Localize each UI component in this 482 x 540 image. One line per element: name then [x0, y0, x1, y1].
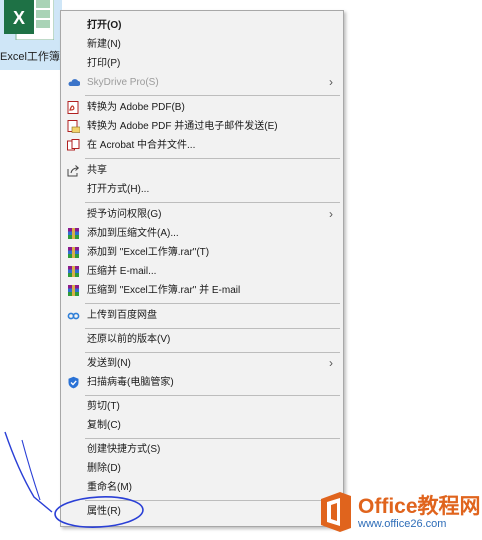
menu-item-label: 删除(D)	[87, 463, 121, 474]
file-name: Excel工作簿.xlsx	[0, 51, 62, 63]
menu-item-compress-rar-email[interactable]: 压缩到 "Excel工作簿.rar" 并 E-mail	[61, 281, 343, 300]
adobe-pdf-icon	[67, 101, 79, 114]
menu-item-label: 压缩并 E-mail...	[87, 266, 157, 277]
menu-item-add-to-rar[interactable]: 添加到 "Excel工作簿.rar"(T)	[61, 243, 343, 262]
menu-item-label: 压缩到 "Excel工作簿.rar" 并 E-mail	[87, 285, 241, 296]
acrobat-combine-icon	[67, 139, 80, 151]
menu-item-label: 添加到 "Excel工作簿.rar"(T)	[87, 247, 210, 258]
menu-item-create-shortcut[interactable]: 创建快捷方式(S)	[61, 440, 343, 459]
menu-item-cut[interactable]: 剪切(T)	[61, 397, 343, 416]
menu-item-label: 上传到百度网盘	[87, 310, 157, 321]
annotation-arrow-stroke	[21, 439, 41, 501]
shield-icon	[68, 376, 79, 389]
desktop-file[interactable]: X Excel工作簿.xlsx	[0, 0, 62, 70]
menu-separator	[85, 303, 340, 304]
menu-separator	[85, 202, 340, 203]
menu-item-properties[interactable]: 属性(R)	[61, 502, 343, 521]
menu-item-restore-versions[interactable]: 还原以前的版本(V)	[61, 330, 343, 349]
menu-item-new[interactable]: 新建(N)	[61, 35, 343, 54]
winrar-icon	[68, 266, 79, 277]
menu-item-baidu-upload[interactable]: 上传到百度网盘	[61, 306, 343, 325]
winrar-icon	[68, 285, 79, 296]
cloud-icon	[68, 79, 80, 86]
submenu-arrow-icon: ›	[329, 356, 333, 370]
menu-item-label: 共享	[87, 165, 107, 176]
menu-separator	[85, 500, 340, 501]
watermark-url: www.office26.com	[358, 518, 447, 530]
excel-file-icon: X	[4, 0, 54, 40]
menu-item-label: 打印(P)	[87, 58, 121, 69]
menu-item-delete[interactable]: 删除(D)	[61, 459, 343, 478]
excel-logo-letter: X	[13, 8, 25, 28]
annotation-arrow	[4, 431, 53, 513]
menu-item-label: 发送到(N)	[87, 358, 131, 369]
menu-separator	[85, 158, 340, 159]
menu-item-convert-pdf-email[interactable]: 转换为 Adobe PDF 并通过电子邮件发送(E)	[61, 117, 343, 136]
office-logo-icon	[321, 492, 351, 532]
menu-separator	[85, 395, 340, 396]
submenu-arrow-icon: ›	[329, 75, 333, 89]
menu-item-label: 添加到压缩文件(A)...	[87, 228, 179, 239]
menu-item-share[interactable]: 共享	[61, 161, 343, 180]
menu-item-label: 扫描病毒(电脑管家)	[87, 377, 174, 388]
menu-item-convert-pdf[interactable]: 转换为 Adobe PDF(B)	[61, 98, 343, 117]
menu-item-label: 创建快捷方式(S)	[87, 444, 161, 455]
menu-item-label: 属性(R)	[87, 506, 121, 517]
watermark: Office教程网 www.office26.com	[318, 489, 481, 537]
menu-separator	[85, 352, 340, 353]
baidu-netdisk-icon	[67, 312, 80, 320]
menu-item-label: SkyDrive Pro(S)	[87, 77, 159, 88]
menu-item-label: 剪切(T)	[87, 401, 120, 412]
menu-item-label: 转换为 Adobe PDF 并通过电子邮件发送(E)	[87, 121, 278, 132]
menu-item-label: 新建(N)	[87, 39, 121, 50]
menu-item-print[interactable]: 打印(P)	[61, 54, 343, 73]
menu-item-skydrive-pro[interactable]: SkyDrive Pro(S) ›	[61, 73, 343, 92]
menu-item-label: 在 Acrobat 中合并文件...	[87, 140, 196, 151]
menu-item-label: 打开方式(H)...	[87, 184, 150, 195]
menu-item-add-to-archive[interactable]: 添加到压缩文件(A)...	[61, 224, 343, 243]
menu-item-copy[interactable]: 复制(C)	[61, 416, 343, 435]
watermark-title: Office教程网	[358, 495, 481, 518]
menu-separator	[85, 95, 340, 96]
menu-item-open-with[interactable]: 打开方式(H)...	[61, 180, 343, 199]
menu-item-label: 重命名(M)	[87, 482, 132, 493]
menu-item-label: 还原以前的版本(V)	[87, 334, 171, 345]
context-menu: 打开(O) 新建(N) 打印(P) SkyDrive Pro(S) › 转换为 …	[60, 10, 344, 527]
menu-item-acrobat-combine[interactable]: 在 Acrobat 中合并文件...	[61, 136, 343, 155]
share-icon	[67, 165, 80, 177]
winrar-icon	[68, 228, 79, 239]
menu-item-send-to[interactable]: 发送到(N) ›	[61, 354, 343, 373]
submenu-arrow-icon: ›	[329, 207, 333, 221]
menu-item-rename[interactable]: 重命名(M)	[61, 478, 343, 497]
adobe-pdf-email-icon	[67, 120, 80, 133]
menu-item-label: 授予访问权限(G)	[87, 209, 162, 220]
winrar-icon	[68, 247, 79, 258]
menu-item-compress-email[interactable]: 压缩并 E-mail...	[61, 262, 343, 281]
menu-item-label: 转换为 Adobe PDF(B)	[87, 102, 185, 113]
menu-separator	[85, 438, 340, 439]
menu-item-label: 打开(O)	[87, 20, 122, 31]
menu-separator	[85, 328, 340, 329]
menu-item-virus-scan[interactable]: 扫描病毒(电脑管家)	[61, 373, 343, 392]
menu-item-label: 复制(C)	[87, 420, 121, 431]
menu-item-grant-access[interactable]: 授予访问权限(G) ›	[61, 205, 343, 224]
menu-item-open[interactable]: 打开(O)	[61, 16, 343, 35]
